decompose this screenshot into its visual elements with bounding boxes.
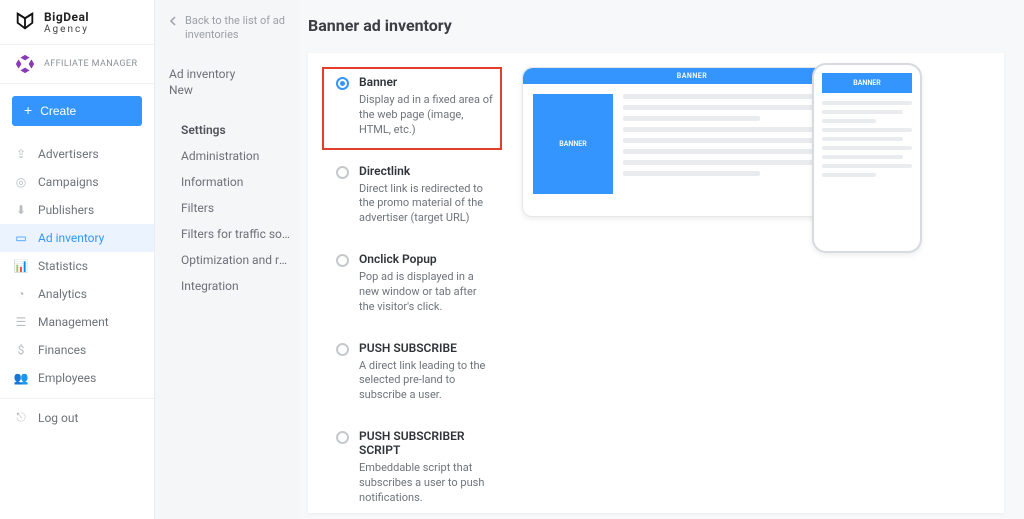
back-label: Back to the list of ad inventories (185, 14, 290, 43)
create-button[interactable]: + Create (12, 96, 142, 126)
preview-banner-top: BANNER (523, 68, 861, 84)
option-desc: Display ad in a fixed area of the web pa… (359, 93, 494, 138)
mid-item-filters[interactable]: Filters (169, 195, 290, 221)
avatar-icon (14, 53, 36, 75)
sidebar-item-label: Campaigns (38, 175, 99, 189)
logout-icon: ⎋ (14, 410, 28, 425)
mid-heading: Ad inventory (169, 67, 290, 81)
option-desc: Direct link is redirected to the promo m… (359, 182, 494, 227)
ad-type-options: Banner Display ad in a fixed area of the … (322, 67, 502, 499)
option-onclick-popup[interactable]: Onclick Popup Pop ad is displayed in a ne… (322, 244, 502, 327)
analytics-icon: ◔ (14, 287, 28, 301)
option-title: PUSH SUBSCRIBE (359, 341, 494, 355)
logout-label: Log out (38, 411, 78, 425)
sidebar-item-logout[interactable]: ⎋ Log out (0, 403, 154, 432)
sidebar-item-label: Finances (38, 343, 86, 357)
option-push-subscribe[interactable]: PUSH SUBSCRIBE A direct link leading to t… (322, 333, 502, 416)
sidebar-item-label: Publishers (38, 203, 94, 217)
chevron-left-icon (169, 14, 179, 30)
sidebar-item-label: Advertisers (38, 147, 99, 161)
card: Banner Display ad in a fixed area of the … (308, 53, 1004, 513)
radio-icon[interactable] (336, 431, 349, 444)
sidebar-item-advertisers[interactable]: ⇪ Advertisers (0, 140, 154, 168)
sidebar-item-label: Statistics (38, 259, 88, 273)
sidebar-item-label: Management (38, 315, 109, 329)
option-title: Directlink (359, 164, 494, 178)
sidebar-item-analytics[interactable]: ◔ Analytics (0, 280, 154, 308)
option-title: Onclick Popup (359, 252, 494, 266)
sidebar-item-management[interactable]: ☰ Management (0, 308, 154, 336)
radio-icon[interactable] (336, 77, 349, 90)
sidebar-item-label: Analytics (38, 287, 87, 301)
sidebar-item-publishers[interactable]: ⬇ Publishers (0, 196, 154, 224)
preview-banner-phone: BANNER (822, 73, 912, 93)
brand: BigDeal Agency (0, 0, 154, 44)
back-link[interactable]: Back to the list of ad inventories (169, 14, 290, 43)
left-nav: ⇪ Advertisers ◎ Campaigns ⬇ Publishers ▭ Ad inv… (0, 140, 154, 392)
option-push-subscriber-script[interactable]: PUSH SUBSCRIBER SCRIPT Embeddable script … (322, 421, 502, 513)
advertisers-icon: ⇪ (14, 147, 28, 161)
plus-icon: + (24, 102, 32, 118)
sidebar-left: BigDeal Agency AFFILIATE MANAGER + Creat… (0, 0, 155, 519)
option-title: PUSH SUBSCRIBER SCRIPT (359, 429, 494, 457)
mid-sub: New (169, 83, 290, 97)
option-desc: Embeddable script that subscribes a user… (359, 461, 494, 506)
mid-item-integration[interactable]: Integration (169, 273, 290, 299)
profile[interactable]: AFFILIATE MANAGER (0, 44, 154, 84)
sidebar-item-label: Ad inventory (38, 231, 104, 245)
page-title: Banner ad inventory (300, 16, 1024, 35)
sidebar-item-campaigns[interactable]: ◎ Campaigns (0, 168, 154, 196)
publishers-icon: ⬇ (14, 203, 28, 217)
management-icon: ☰ (14, 315, 28, 329)
radio-icon[interactable] (336, 343, 349, 356)
preview-phone: BANNER (812, 63, 922, 253)
sidebar-item-label: Employees (38, 371, 96, 385)
preview-banner-side: BANNER (533, 94, 613, 194)
role-label: AFFILIATE MANAGER (44, 59, 137, 69)
mid-item-settings[interactable]: Settings (169, 117, 290, 143)
sidebar-item-employees[interactable]: 👥 Employees (0, 364, 154, 392)
option-desc: A direct link leading to the selected pr… (359, 359, 494, 404)
nav-logout: ⎋ Log out (0, 403, 154, 432)
brand-logo-icon (14, 10, 36, 36)
mid-item-information[interactable]: Information (169, 169, 290, 195)
mid-item-optimization-and-rules[interactable]: Optimization and rules (169, 247, 290, 273)
option-title: Banner (359, 75, 494, 89)
sidebar-item-finances[interactable]: $ Finances (0, 336, 154, 364)
employees-icon: 👥 (14, 371, 28, 385)
sidebar-item-ad-inventory[interactable]: ▭ Ad inventory (0, 224, 154, 252)
nav-separator (0, 398, 154, 399)
preview-browser: BANNER BANNER (522, 67, 862, 217)
statistics-icon: 📊 (14, 259, 28, 273)
preview: BANNER BANNER BANNER (522, 67, 990, 499)
main: Banner ad inventory Banner Display ad in … (300, 0, 1024, 519)
mid-items: SettingsAdministrationInformationFilters… (169, 117, 290, 299)
sidebar-mid: Back to the list of ad inventories Ad in… (155, 0, 300, 519)
mid-item-administration[interactable]: Administration (169, 143, 290, 169)
sidebar-item-statistics[interactable]: 📊 Statistics (0, 252, 154, 280)
option-desc: Pop ad is displayed in a new window or t… (359, 270, 494, 315)
create-label: Create (40, 104, 76, 118)
option-directlink[interactable]: Directlink Direct link is redirected to t… (322, 156, 502, 239)
option-banner[interactable]: Banner Display ad in a fixed area of the … (322, 67, 502, 150)
mid-item-filters-for-traffic-sour-[interactable]: Filters for traffic sour… (169, 221, 290, 247)
radio-icon[interactable] (336, 254, 349, 267)
brand-name: BigDeal Agency (44, 11, 89, 35)
radio-icon[interactable] (336, 166, 349, 179)
campaigns-icon: ◎ (14, 175, 28, 189)
ad-inventory-icon: ▭ (14, 231, 28, 245)
finances-icon: $ (14, 343, 28, 357)
